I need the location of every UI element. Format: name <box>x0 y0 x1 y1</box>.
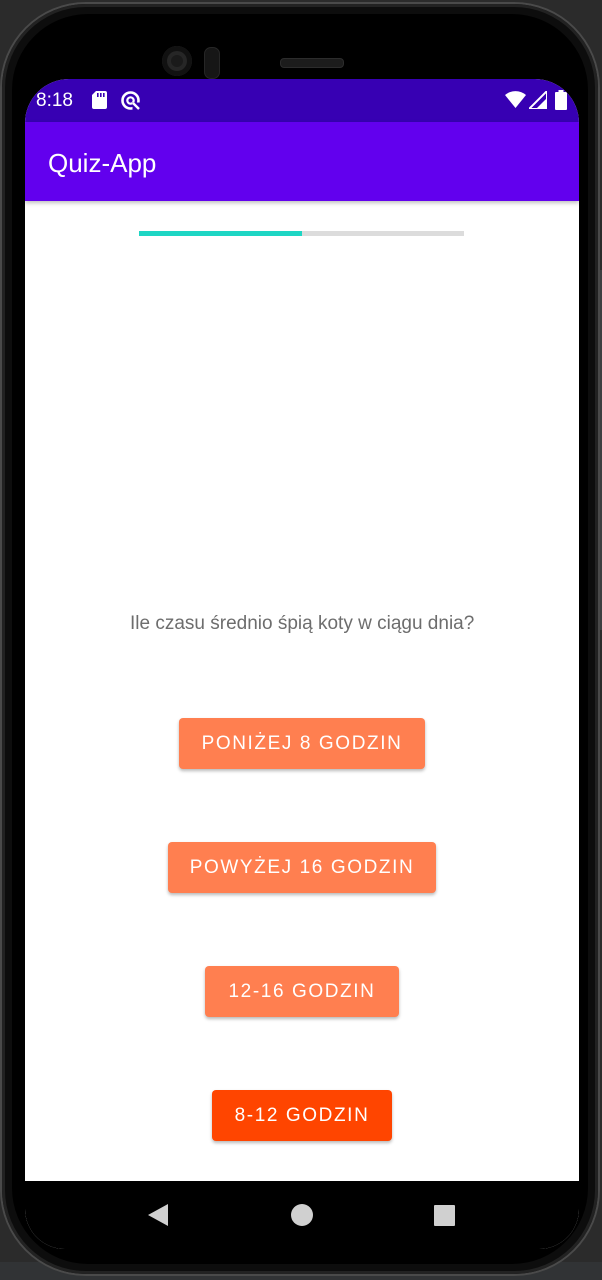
home-icon[interactable] <box>291 1204 313 1226</box>
navigation-bar <box>25 1181 579 1249</box>
signal-icon <box>529 91 547 109</box>
device-screen: 8:18 Quiz-App Ile czasu średnio śpią kot… <box>25 79 579 1249</box>
app-title: Quiz-App <box>48 148 157 178</box>
answer-button-1[interactable]: Poniżej 8 godzin <box>179 718 425 769</box>
speaker-grille <box>280 58 344 68</box>
status-bar: 8:18 <box>25 79 579 122</box>
recents-icon[interactable] <box>434 1205 455 1226</box>
phone-frame: 8:18 Quiz-App Ile czasu średnio śpią kot… <box>2 4 598 1274</box>
answer-button-2[interactable]: Powyżej 16 godzin <box>168 842 436 893</box>
quiz-progress-fill <box>139 231 302 236</box>
camera-icon <box>162 46 192 76</box>
answer-button-3[interactable]: 12-16 godzin <box>205 966 399 1017</box>
sd-card-icon <box>92 91 107 109</box>
back-icon[interactable] <box>147 1203 169 1227</box>
answer-button-4[interactable]: 8-12 godzin <box>212 1090 392 1141</box>
app-toolbar: Quiz-App <box>25 122 579 201</box>
quiz-progress-bar <box>139 231 464 236</box>
battery-icon <box>555 90 567 110</box>
status-time: 8:18 <box>36 90 73 111</box>
sensor-icon <box>204 47 220 79</box>
question-text: Ile czasu średnio śpią koty w ciągu dnia… <box>130 613 475 634</box>
wifi-icon <box>505 91 526 108</box>
sync-icon <box>121 91 140 110</box>
